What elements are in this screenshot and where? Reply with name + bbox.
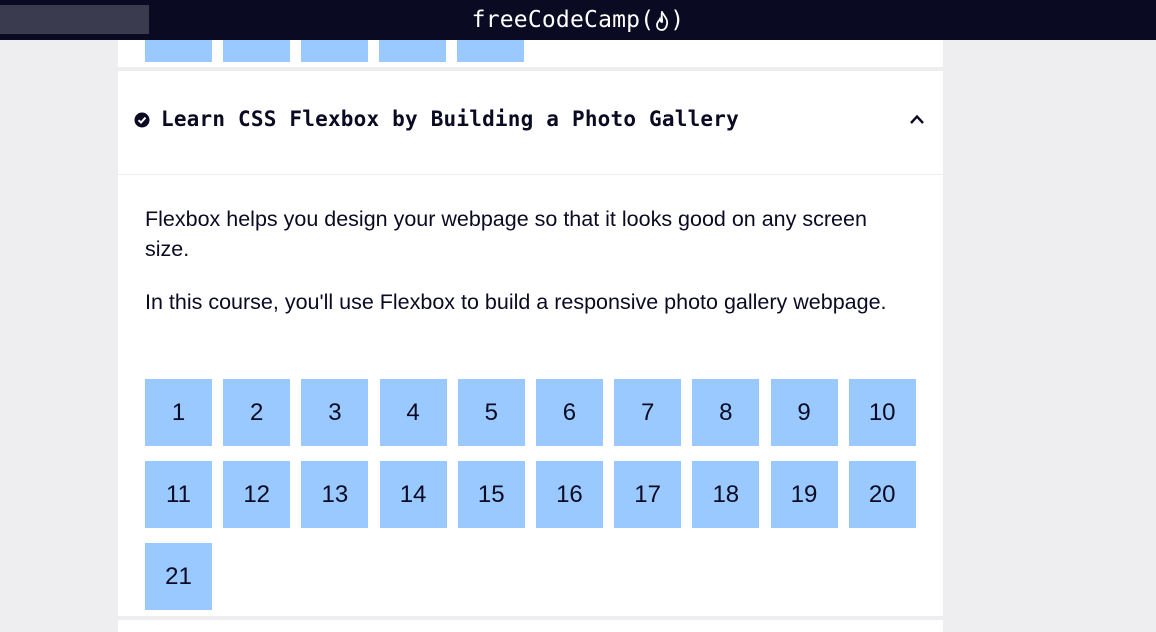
step-button[interactable]: 2 xyxy=(223,379,291,446)
step-button[interactable]: 17 xyxy=(614,461,682,528)
brand-flame-logo: () xyxy=(640,7,685,33)
chevron-up-icon[interactable] xyxy=(909,113,925,125)
brand-logo[interactable]: freeCodeCamp () xyxy=(0,0,1156,40)
step-button[interactable]: 16 xyxy=(535,461,603,528)
step-button[interactable]: 11 xyxy=(145,461,212,528)
step-button[interactable]: 10 xyxy=(848,379,916,446)
course-header[interactable]: Learn CSS Flexbox by Building a Photo Ga… xyxy=(118,71,943,175)
step-button[interactable]: 9 xyxy=(770,379,838,446)
step-button[interactable]: 3 xyxy=(301,379,369,446)
step-button[interactable]: 7 xyxy=(614,379,682,446)
previous-step[interactable] xyxy=(301,40,368,62)
step-button[interactable]: 15 xyxy=(457,461,525,528)
step-button[interactable]: 21 xyxy=(145,543,212,610)
step-grid: 1 2 3 4 5 6 7 8 9 10 11 12 13 14 15 16 1… xyxy=(145,379,920,610)
step-button[interactable]: 13 xyxy=(301,461,369,528)
previous-course-steps xyxy=(145,40,524,62)
step-button[interactable]: 19 xyxy=(770,461,838,528)
step-button[interactable]: 14 xyxy=(379,461,447,528)
step-button[interactable]: 6 xyxy=(535,379,603,446)
step-button[interactable]: 8 xyxy=(692,379,760,446)
step-button[interactable]: 12 xyxy=(223,461,291,528)
step-button[interactable]: 20 xyxy=(848,461,916,528)
course-description: Flexbox helps you design your webpage so… xyxy=(145,207,867,261)
step-button[interactable]: 4 xyxy=(379,379,447,446)
divider xyxy=(118,616,943,620)
flame-icon xyxy=(656,10,669,31)
previous-step[interactable] xyxy=(457,40,524,62)
course-description: In this course, you'll use Flexbox to bu… xyxy=(145,290,887,314)
top-nav-bar: freeCodeCamp () xyxy=(0,0,1156,40)
previous-step[interactable] xyxy=(379,40,446,62)
step-button[interactable]: 18 xyxy=(692,461,760,528)
step-button[interactable]: 1 xyxy=(145,379,212,446)
check-circle-icon xyxy=(134,112,150,128)
previous-step[interactable] xyxy=(145,40,212,62)
step-button[interactable]: 5 xyxy=(457,379,525,446)
course-title: Learn CSS Flexbox by Building a Photo Ga… xyxy=(161,107,739,131)
previous-step[interactable] xyxy=(223,40,290,62)
brand-name: freeCodeCamp xyxy=(471,7,641,33)
